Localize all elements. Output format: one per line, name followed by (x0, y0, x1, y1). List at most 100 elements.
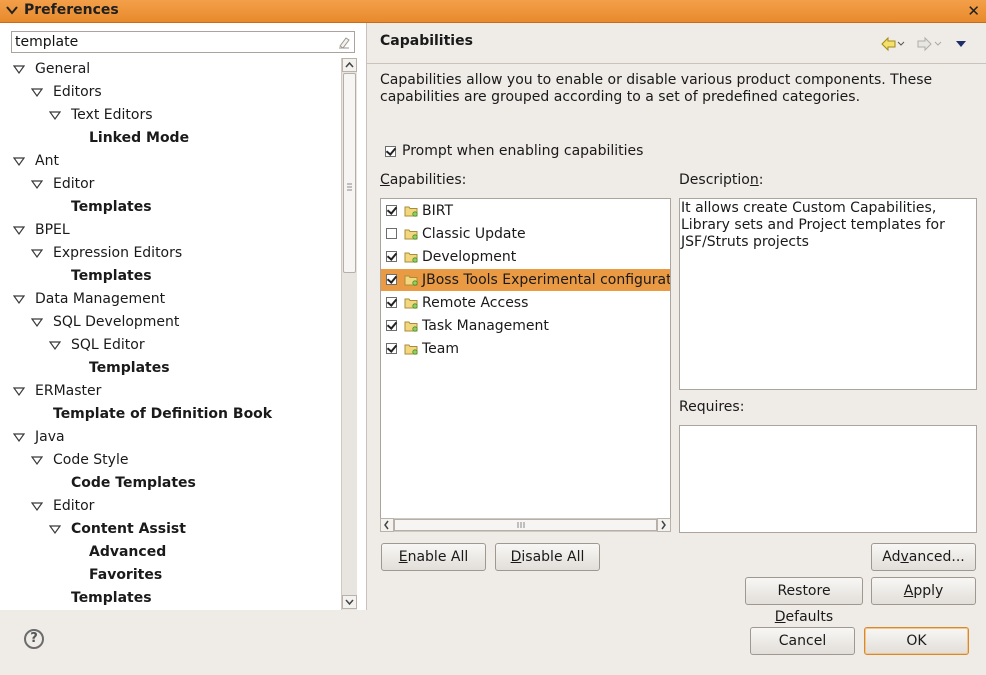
filter-input[interactable] (12, 32, 338, 52)
capability-checkbox[interactable] (386, 228, 397, 239)
capability-item[interactable]: Remote Access (381, 292, 670, 314)
expand-triangle-icon[interactable] (49, 110, 61, 122)
tree-item[interactable]: Favorites (89, 565, 162, 585)
horizontal-scroll-thumb[interactable] (394, 519, 657, 531)
close-icon[interactable]: ✕ (967, 2, 980, 20)
window-menu-chevron-icon[interactable] (5, 3, 19, 17)
filter-field[interactable] (11, 31, 355, 53)
expand-triangle-icon[interactable] (13, 294, 25, 306)
prompt-label: Prompt when enabling capabilities (402, 143, 644, 159)
tree-item[interactable]: Templates (89, 358, 170, 378)
expand-triangle-icon[interactable] (13, 156, 25, 168)
expand-triangle-icon[interactable] (13, 64, 25, 76)
expand-triangle-icon[interactable] (49, 340, 61, 352)
capability-item[interactable]: JBoss Tools Experimental configuration (381, 269, 670, 291)
capability-checkbox[interactable] (386, 205, 397, 216)
capability-item[interactable]: BIRT (381, 200, 670, 222)
scroll-left-button[interactable] (380, 518, 394, 532)
scroll-down-button[interactable] (342, 595, 357, 609)
capability-label: Classic Update (422, 226, 526, 242)
tree-item[interactable]: SQL Editor (71, 335, 145, 355)
disable-all-button[interactable]: Disable All (495, 543, 600, 571)
page-navigation (880, 36, 970, 56)
restore-defaults-button[interactable]: Restore Defaults (745, 577, 863, 625)
expand-triangle-icon[interactable] (13, 432, 25, 444)
capability-label: Remote Access (422, 295, 529, 311)
tree-item[interactable]: SQL Development (53, 312, 179, 332)
tree-item[interactable]: ERMaster (35, 381, 101, 401)
tree-item[interactable]: Editor (53, 174, 94, 194)
advanced-button[interactable]: Advanced... (871, 543, 976, 571)
capability-checkbox[interactable] (386, 251, 397, 262)
tree-item[interactable]: Linked Mode (89, 128, 189, 148)
capabilities-horizontal-scrollbar[interactable] (380, 518, 671, 532)
tree-item[interactable]: Templates (71, 266, 152, 286)
scroll-thumb[interactable] (343, 73, 356, 273)
capability-item[interactable]: Development (381, 246, 670, 268)
capability-checkbox[interactable] (386, 343, 397, 354)
tree-item-label: Editor (53, 498, 95, 514)
tree-item[interactable]: Content Assist (71, 519, 186, 539)
cancel-button[interactable]: Cancel (750, 627, 855, 655)
tree-item[interactable]: Expression Editors (53, 243, 182, 263)
page-description: Capabilities allow you to enable or disa… (380, 72, 933, 105)
capability-item[interactable]: Classic Update (381, 223, 670, 245)
expand-triangle-icon[interactable] (31, 455, 43, 467)
tree-item[interactable]: Templates (71, 588, 152, 608)
view-menu-icon[interactable] (956, 41, 966, 47)
capability-checkbox[interactable] (386, 320, 397, 331)
expand-triangle-icon[interactable] (31, 87, 43, 99)
expand-triangle-icon[interactable] (49, 524, 61, 536)
apply-button[interactable]: Apply (871, 577, 976, 605)
tree-item[interactable]: Editor (53, 496, 94, 516)
tree-item[interactable]: Java (35, 427, 65, 447)
grip-icon (347, 183, 352, 191)
category-folder-icon (404, 252, 418, 263)
capability-item[interactable]: Task Management (381, 315, 670, 337)
help-icon[interactable]: ? (24, 629, 44, 649)
tree-item[interactable]: Data Management (35, 289, 165, 309)
requires-label: Requires: (679, 399, 745, 415)
category-folder-icon (404, 229, 418, 240)
expand-triangle-icon[interactable] (13, 225, 25, 237)
enable-all-button[interactable]: Enable All (381, 543, 486, 571)
capability-item[interactable]: Team (381, 338, 670, 360)
prompt-checkbox[interactable] (385, 146, 396, 157)
tree-item-label: Data Management (35, 291, 166, 307)
tree-item[interactable]: Text Editors (71, 105, 153, 125)
expand-triangle-icon[interactable] (13, 386, 25, 398)
capability-checkbox[interactable] (386, 297, 397, 308)
tree-item-label: BPEL (35, 222, 70, 238)
tree-item[interactable]: Advanced (89, 542, 166, 562)
tree-item[interactable]: General (35, 59, 90, 79)
title-bar: Preferences ✕ (0, 0, 986, 23)
expand-triangle-icon[interactable] (31, 317, 43, 329)
tree-item-label: ERMaster (35, 383, 102, 399)
capability-label: Development (422, 249, 517, 265)
ok-button[interactable]: OK (864, 627, 969, 655)
tree-vertical-scrollbar[interactable] (341, 58, 357, 610)
clear-filter-icon[interactable] (337, 35, 351, 49)
tree-item[interactable]: Templates (71, 197, 152, 217)
capability-label: BIRT (422, 203, 453, 219)
capabilities-page: Capabilities Capabilities allow you to e… (367, 23, 986, 625)
scroll-up-button[interactable] (342, 58, 357, 72)
description-text-area[interactable]: It allows create Custom Capabilities, Li… (679, 198, 977, 390)
capability-checkbox[interactable] (386, 274, 397, 285)
tree-item[interactable]: Ant (35, 151, 59, 171)
forward-arrow-icon[interactable] (917, 36, 942, 52)
expand-triangle-icon[interactable] (31, 501, 43, 513)
tree-item[interactable]: Editors (53, 82, 102, 102)
tree-item-label: Templates (71, 590, 152, 606)
scroll-right-button[interactable] (657, 518, 671, 532)
capabilities-list[interactable]: BIRT Classic Update Development JBoss Tools… (380, 198, 671, 531)
tree-item[interactable]: Code Templates (71, 473, 196, 493)
tree-item[interactable]: Code Style (53, 450, 128, 470)
tree-item[interactable]: BPEL (35, 220, 70, 240)
requires-text-area[interactable] (679, 425, 977, 533)
expand-triangle-icon[interactable] (31, 179, 43, 191)
tree-item[interactable]: Template of Definition Book (53, 404, 272, 424)
tree-item-label: Editor (53, 176, 95, 192)
back-arrow-icon[interactable] (881, 36, 905, 52)
expand-triangle-icon[interactable] (31, 248, 43, 260)
